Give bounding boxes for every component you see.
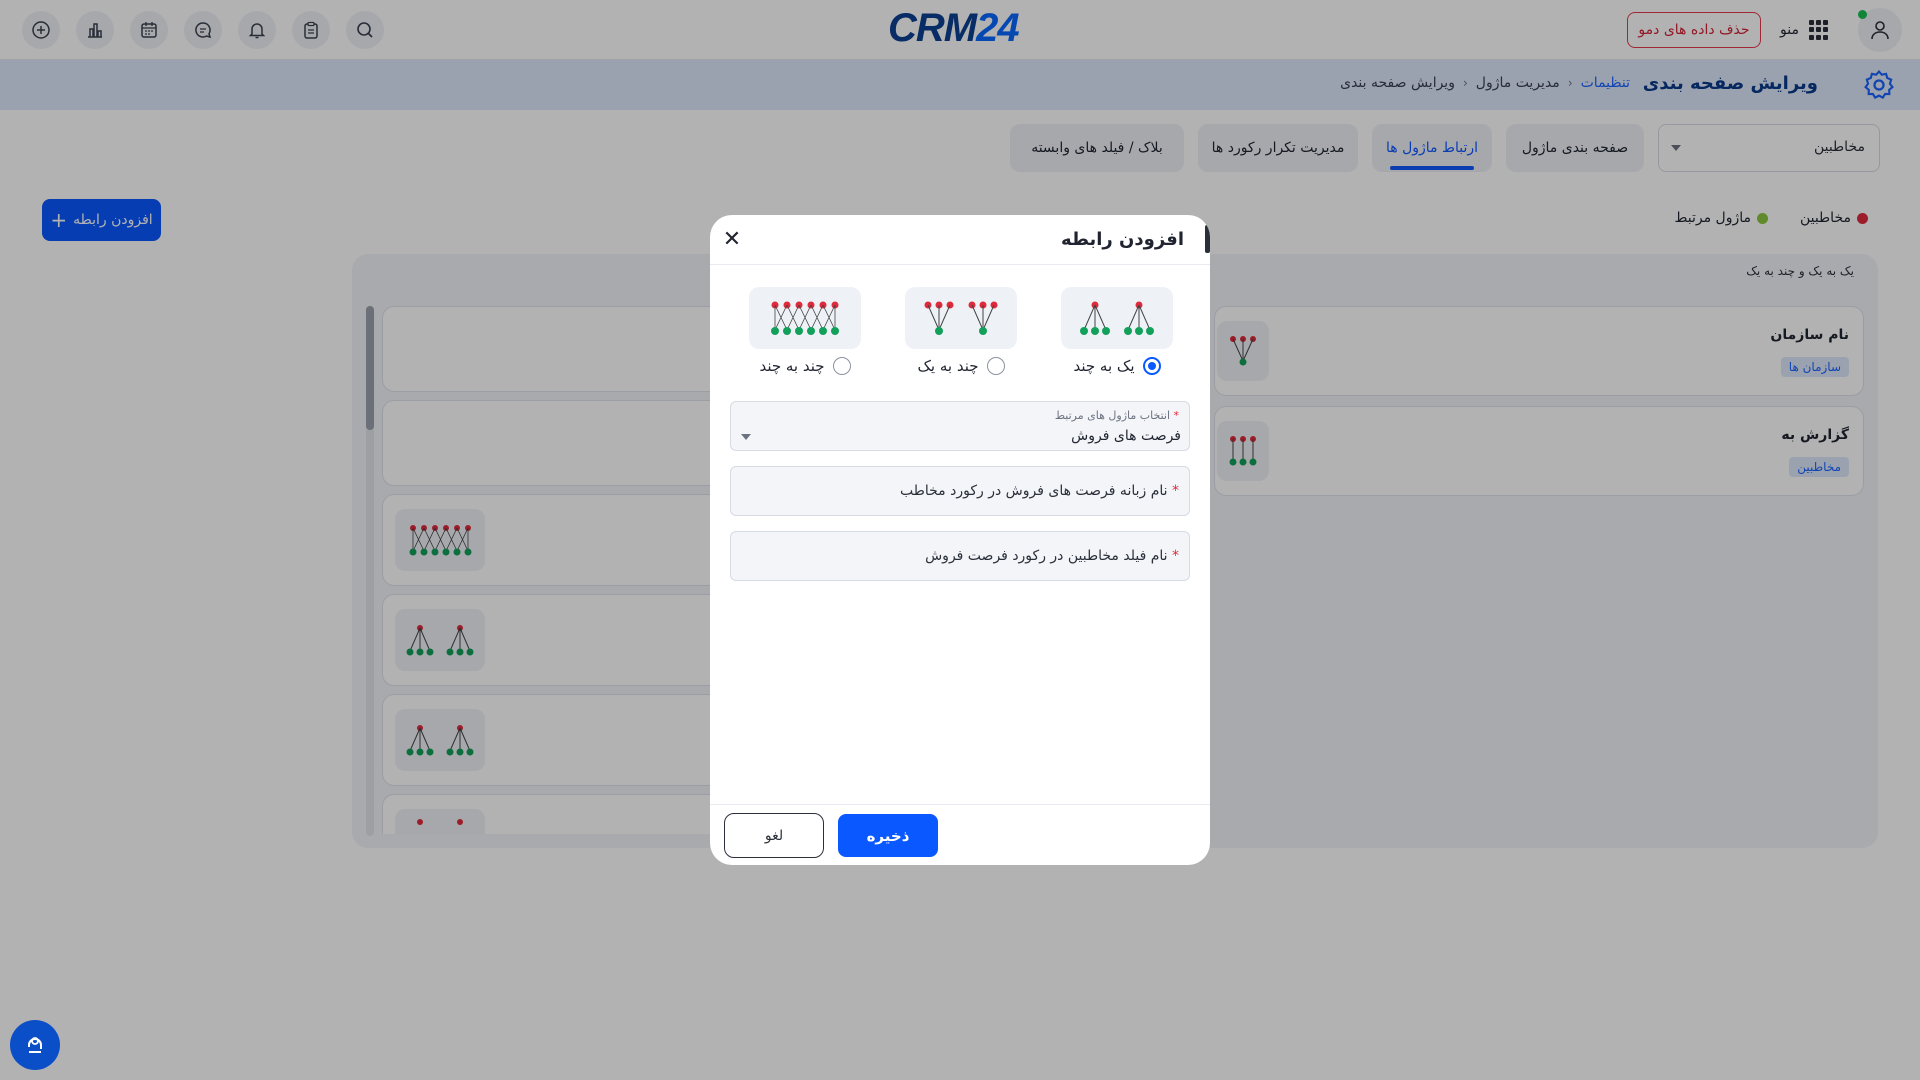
many-to-many-diagram: [749, 287, 861, 349]
radio-one-to-many[interactable]: [1142, 357, 1161, 375]
option-one-to-many[interactable]: یک به چند: [1061, 287, 1173, 375]
one-to-many-diagram: [1061, 287, 1173, 349]
chevron-down-icon: [741, 434, 751, 440]
radio-many-to-many[interactable]: [832, 357, 851, 375]
close-icon[interactable]: ✕: [720, 227, 744, 252]
related-module-select[interactable]: * انتخاب ماژول های مرتبط فرصت های فروش: [730, 401, 1190, 451]
option-label: چند به چند: [759, 357, 825, 375]
field-name-placeholder: * نام فیلد مخاطبین در رکورد فرصت فروش: [925, 548, 1179, 564]
option-many-to-one[interactable]: چند به یک: [905, 287, 1017, 375]
tab-name-input[interactable]: * نام زبانه فرصت های فروش در رکورد مخاطب: [730, 466, 1190, 516]
support-chat-button[interactable]: [10, 1020, 60, 1070]
support-icon: [28, 1037, 42, 1053]
many-to-one-diagram: [905, 287, 1017, 349]
header-divider: [710, 264, 1210, 265]
radio-many-to-one[interactable]: [986, 357, 1005, 375]
tab-name-placeholder: * نام زبانه فرصت های فروش در رکورد مخاطب: [899, 483, 1179, 499]
add-relation-dialog: افزودن رابطه ✕ یک به چند چند به یک چند ب…: [710, 215, 1210, 865]
footer-divider: [710, 804, 1210, 805]
field-name-input[interactable]: * نام فیلد مخاطبین در رکورد فرصت فروش: [730, 531, 1190, 581]
title-accent: [1205, 225, 1210, 253]
option-many-to-many[interactable]: چند به چند: [749, 287, 861, 375]
option-label: یک به چند: [1073, 357, 1135, 375]
option-label: چند به یک: [917, 357, 979, 375]
related-module-label: * انتخاب ماژول های مرتبط: [1054, 409, 1179, 422]
related-module-value: فرصت های فروش: [1071, 428, 1181, 444]
save-button[interactable]: ذخیره: [838, 814, 938, 857]
cancel-button[interactable]: لغو: [724, 813, 824, 858]
dialog-title: افزودن رابطه: [1061, 229, 1184, 250]
